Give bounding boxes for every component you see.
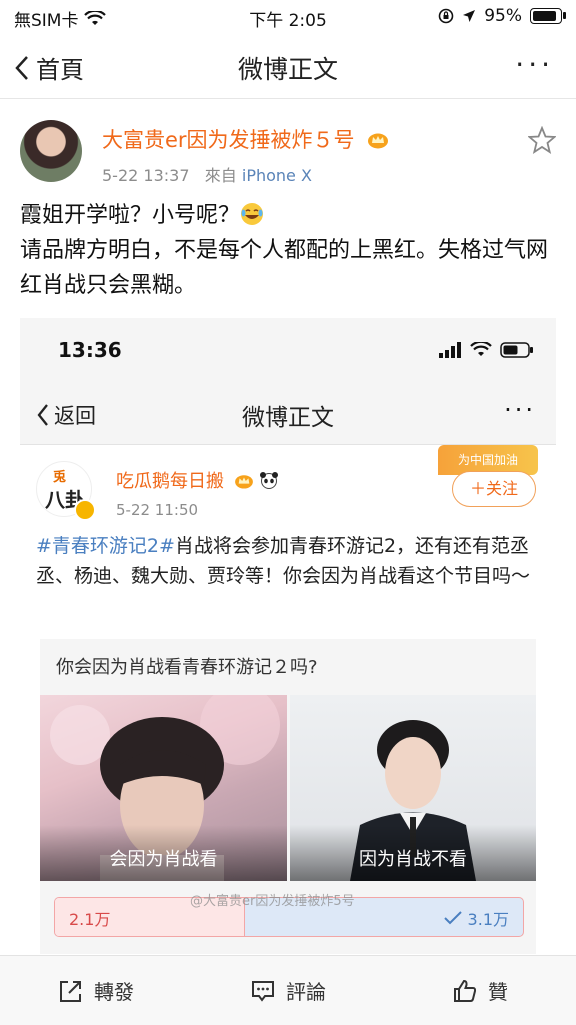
post-username[interactable]: 大富贵er因为发捶被炸５号 (102, 128, 355, 152)
avatar[interactable] (20, 120, 82, 182)
laugh-cry-emoji-icon (241, 203, 264, 225)
screenshot-status-time: 13:36 (58, 338, 122, 362)
thumbs-up-icon (454, 979, 477, 1002)
embedded-screenshot[interactable]: 13:36 返回 微博正文 ··· 兎 八卦 吃瓜鹅每日搬 5-22 11:50… (20, 318, 556, 954)
follow-button: ＋关注 (452, 471, 536, 507)
post-meta: 5-22 13:37 來自 iPhone X (102, 162, 312, 186)
screenshot-username: 吃瓜鹅每日搬 (116, 471, 224, 492)
screenshot-status-bar: 13:36 (20, 318, 556, 384)
share-icon (60, 980, 81, 1002)
username-row[interactable]: 大富贵er因为发捶被炸５号 (102, 124, 389, 154)
watermark: @大富贵er因为发捶被炸5号 (190, 894, 355, 909)
poll-option-right-image: 因为肖战不看 (290, 695, 536, 881)
signal-icon (439, 342, 461, 358)
avatar-text-top: 兎 (53, 470, 67, 485)
post-body: 霞姐开学啦？小号呢？ 请品牌方明白，不是每个人都配的上黑红。失格过气网红肖战只会… (20, 198, 560, 303)
poll-right-count: 3.1万 (467, 910, 509, 929)
poll-option-right: 因为肖战不看 (290, 825, 536, 881)
comment-button[interactable]: 評論 (192, 956, 384, 1025)
bottom-action-bar: 轉發 評論 贊 (0, 955, 576, 1025)
hashtag-link: #青春环游记2# (36, 535, 175, 557)
screenshot-post-body: #青春环游记2#肖战将会参加青春环游记2，还有还有范丞丞、杨迪、魏大勋、贾玲等！… (36, 531, 536, 591)
comment-label: 評論 (286, 980, 326, 1004)
poll-option-left: 会因为肖战看 (40, 825, 287, 881)
star-icon[interactable] (528, 126, 556, 154)
screenshot-page-title: 微博正文 (242, 405, 334, 431)
repost-label: 轉發 (94, 980, 134, 1004)
location-icon (463, 10, 476, 22)
screenshot-nav-bar: 返回 微博正文 ··· (20, 384, 556, 445)
verified-badge-icon (74, 499, 96, 521)
page-title: 微博正文 (237, 55, 338, 84)
screenshot-post-time: 5-22 11:50 (116, 501, 199, 519)
comment-icon (252, 980, 274, 1002)
repost-button[interactable]: 轉發 (0, 956, 192, 1025)
checkmark-icon (444, 911, 463, 925)
source-prefix: 來自 (204, 166, 237, 185)
poll-question: 你会因为肖战看青春环游记２吗? (56, 657, 318, 678)
status-bar: 無SIM卡 下午 2:05 95% (0, 0, 576, 32)
vip-crown-icon (368, 133, 389, 149)
post-text-line1: 霞姐开学啦？小号呢？ (20, 203, 241, 228)
poll-option-left-image: 会因为肖战看 (40, 695, 287, 881)
more-button[interactable]: ··· (515, 48, 554, 81)
like-label: 贊 (488, 980, 508, 1004)
vip-crown-icon (234, 475, 253, 489)
screenshot-username-row: 吃瓜鹅每日搬 (116, 467, 279, 493)
battery-icon (500, 342, 533, 358)
like-button[interactable]: 贊 (384, 956, 576, 1025)
post-header: 大富贵er因为发捶被炸５号 5-22 13:37 來自 iPhone X (20, 120, 560, 190)
battery-icon (530, 8, 566, 24)
poll-left-count: 2.1万 (69, 910, 111, 929)
battery-percent: 95% (484, 6, 522, 26)
post-text-line2: 请品牌方明白，不是每个人都配的上黑红。失格过气网红肖战只会黑糊。 (20, 238, 549, 298)
poll-right-count-row: 3.1万 (444, 906, 509, 930)
orientation-lock-icon (438, 8, 454, 24)
nav-bar: 首頁 微博正文 ··· (0, 32, 576, 99)
post-time: 5-22 13:37 (102, 166, 190, 185)
screenshot-post: 兎 八卦 吃瓜鹅每日搬 5-22 11:50 为中国加油 ＋关注 #青春环游记2… (20, 445, 556, 954)
post-source[interactable]: iPhone X (242, 166, 312, 185)
wifi-icon (470, 342, 492, 356)
panda-icon (260, 472, 279, 489)
screenshot-more-button: ··· (504, 396, 536, 424)
